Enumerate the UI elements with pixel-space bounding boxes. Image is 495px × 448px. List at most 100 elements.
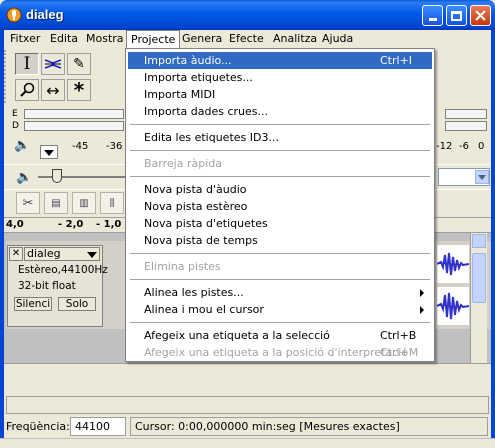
- menu-item-label: Nova pista d'etiquetes: [144, 217, 268, 230]
- meter-menu-button[interactable]: [40, 145, 58, 159]
- menu-projecte[interactable]: Projecte: [126, 30, 181, 49]
- input-select-button[interactable]: [475, 170, 489, 184]
- meter-bar-left-end: [445, 109, 487, 119]
- scissors-icon: ✂: [22, 195, 34, 211]
- meter-tick: -6: [459, 141, 469, 152]
- meter-channel-labels: E D: [12, 108, 20, 134]
- input-select[interactable]: [438, 168, 490, 186]
- close-window-button[interactable]: [470, 5, 491, 26]
- meter-tick: -12: [436, 141, 453, 152]
- menu-import-labels[interactable]: Importa etiquetes...: [128, 69, 432, 86]
- multi-tool[interactable]: *: [67, 78, 91, 102]
- trim-button[interactable]: ⫼: [100, 192, 124, 214]
- magnifier-icon: [20, 82, 35, 97]
- menu-item-label: Importa MIDI: [144, 88, 216, 101]
- menu-import-audio[interactable]: Importa àudio... Ctrl+I: [128, 52, 432, 69]
- submenu-arrow-icon: [420, 306, 424, 314]
- vertical-scrollbar[interactable]: [470, 233, 487, 363]
- menu-quick-mix[interactable]: Barreja ràpida: [128, 155, 432, 172]
- track-close-button[interactable]: ✕: [9, 247, 23, 261]
- submenu-arrow-icon: [420, 289, 424, 297]
- scroll-thumb[interactable]: [472, 253, 486, 303]
- menu-item-label: Alinea les pistes...: [144, 286, 244, 299]
- ruler-tick: - 1,0: [96, 219, 122, 230]
- window-title: dialeg: [26, 7, 64, 22]
- track-name-menu[interactable]: dialeg: [24, 247, 100, 261]
- minimize-icon: [428, 18, 437, 21]
- solo-button[interactable]: Solo: [58, 297, 96, 311]
- cut-button[interactable]: ✂: [16, 192, 40, 214]
- menu-new-stereo-track[interactable]: Nova pista estèreo: [128, 198, 432, 215]
- menu-new-label-track[interactable]: Nova pista d'etiquetes: [128, 215, 432, 232]
- status-bar: Freqüència: 44100 Cursor: 0:00,000000 mi…: [4, 415, 491, 438]
- chevron-down-icon: [87, 252, 97, 258]
- meter-tick: 0: [478, 141, 485, 152]
- menu-bar: Fitxer Edita Mostra Projecte Genera Efec…: [4, 30, 491, 49]
- menu-item-label: Barreja ràpida: [144, 157, 222, 170]
- paste-icon: ▥: [79, 197, 89, 209]
- close-icon: [475, 10, 486, 21]
- maximize-button[interactable]: [446, 5, 467, 26]
- menu-item-label: Importa etiquetes...: [144, 71, 253, 84]
- selection-bar: [6, 396, 489, 414]
- menu-item-label: Nova pista de temps: [144, 234, 258, 247]
- meter-tick: -45: [72, 141, 89, 152]
- zoom-tool[interactable]: [15, 79, 39, 101]
- menu-align-tracks[interactable]: Alinea les pistes...: [128, 284, 432, 301]
- dropdown-arrow-icon: [478, 175, 486, 180]
- menu-item-label: Edita les etiquetes ID3...: [144, 131, 279, 144]
- track-info-format: Estèreo,44100Hz: [18, 264, 108, 276]
- menu-align-move-cursor[interactable]: Alinea i mou el cursor: [128, 301, 432, 318]
- menu-analitza[interactable]: Analitza: [269, 32, 321, 48]
- frequency-field[interactable]: 44100: [70, 417, 126, 436]
- menu-new-audio-track[interactable]: Nova pista d'àudio: [128, 181, 432, 198]
- menu-item-shortcut: Ctrl+B: [380, 329, 417, 342]
- menu-add-label-selection[interactable]: Afegeix una etiqueta a la selecció Ctrl+…: [128, 327, 432, 344]
- menu-remove-tracks[interactable]: Elimina pistes: [128, 258, 432, 275]
- minimize-button[interactable]: [422, 5, 443, 26]
- menu-item-label: Afegeix una etiqueta a la posició d'inte…: [144, 346, 409, 359]
- menu-ajuda[interactable]: Ajuda: [318, 32, 357, 48]
- menu-item-label: Nova pista estèreo: [144, 200, 248, 213]
- menu-fitxer[interactable]: Fitxer: [6, 32, 44, 48]
- mute-button[interactable]: Silenci: [14, 297, 52, 311]
- projecte-dropdown-menu: Importa àudio... Ctrl+I Importa etiquete…: [125, 48, 435, 362]
- menu-item-shortcut: Ctrl+M: [380, 346, 419, 359]
- copy-button[interactable]: ▤: [44, 192, 68, 214]
- menu-edita[interactable]: Edita: [46, 32, 82, 48]
- menu-import-raw[interactable]: Importa dades crues...: [128, 103, 432, 120]
- envelope-tool[interactable]: [41, 53, 65, 75]
- horizontal-scrollbar[interactable]: [4, 363, 491, 380]
- menu-edit-id3[interactable]: Edita les etiquetes ID3...: [128, 129, 432, 146]
- window-bottom-edge: [0, 438, 495, 448]
- waveform[interactable]: [437, 245, 469, 325]
- double-arrow-icon: ↔: [46, 80, 60, 100]
- menu-item-label: Importa dades crues...: [144, 105, 268, 118]
- menu-separator: [130, 150, 430, 152]
- timeshift-tool[interactable]: ↔: [41, 79, 65, 101]
- draw-tool[interactable]: ✎: [67, 53, 91, 75]
- selection-tool[interactable]: I: [15, 53, 39, 75]
- menu-genera[interactable]: Genera: [178, 32, 226, 48]
- menu-new-time-track[interactable]: Nova pista de temps: [128, 232, 432, 249]
- ibeam-icon: I: [23, 54, 31, 74]
- copy-icon: ▤: [51, 197, 61, 209]
- menu-item-shortcut: Ctrl+I: [380, 54, 413, 67]
- menu-item-label: Importa àudio...: [144, 54, 232, 67]
- volume-icon: 🔈: [16, 170, 33, 185]
- asterisk-icon: *: [73, 78, 85, 102]
- trim-icon: ⫼: [109, 197, 115, 209]
- track-name: dialeg: [27, 247, 61, 260]
- title-bar: [0, 0, 495, 30]
- dropdown-arrow-icon: [44, 150, 54, 156]
- scroll-up-button[interactable]: [472, 234, 486, 248]
- menu-add-label-playback[interactable]: Afegeix una etiqueta a la posició d'inte…: [128, 344, 432, 361]
- ruler-tick: 4,0: [6, 219, 24, 230]
- app-icon: [6, 7, 22, 23]
- meter-label-right: D: [12, 121, 19, 131]
- menu-import-midi[interactable]: Importa MIDI: [128, 86, 432, 103]
- menu-mostra[interactable]: Mostra: [82, 32, 128, 48]
- paste-button[interactable]: ▥: [72, 192, 96, 214]
- volume-slider-thumb[interactable]: [52, 169, 62, 183]
- menu-efecte[interactable]: Efecte: [225, 32, 268, 48]
